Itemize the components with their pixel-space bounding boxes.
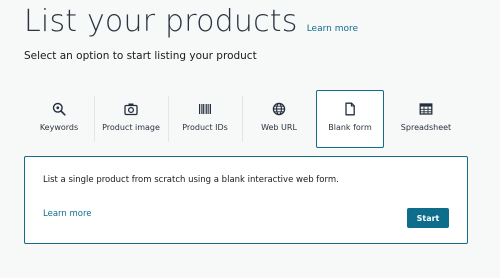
- barcode-icon: [199, 104, 211, 114]
- option-label: Keywords: [39, 123, 79, 132]
- globe-icon: [272, 102, 286, 116]
- option-product-ids[interactable]: Product IDs: [168, 90, 242, 148]
- document-icon: [345, 102, 355, 116]
- option-product-image[interactable]: Product image: [94, 90, 168, 148]
- option-label: Product IDs: [182, 123, 228, 132]
- option-label: Web URL: [261, 123, 297, 132]
- page-subtitle: Select an option to start listing your p…: [24, 50, 257, 62]
- option-label: Product image: [102, 123, 160, 132]
- option-label: Blank form: [328, 123, 372, 132]
- page-header: List your products Learn more: [24, 4, 358, 39]
- listing-options: Keywords Product image Product IDs Web U…: [24, 90, 468, 148]
- learn-more-link[interactable]: Learn more: [43, 209, 91, 219]
- camera-icon: [124, 103, 138, 116]
- learn-more-link[interactable]: Learn more: [307, 24, 358, 34]
- page-title: List your products: [24, 4, 298, 39]
- start-button[interactable]: Start: [407, 208, 449, 228]
- option-detail-panel: List a single product from scratch using…: [24, 156, 468, 244]
- search-icon: [52, 102, 66, 116]
- option-blank-form[interactable]: Blank form: [316, 90, 384, 148]
- spreadsheet-icon: [419, 103, 433, 115]
- option-description: List a single product from scratch using…: [43, 175, 339, 185]
- option-keywords[interactable]: Keywords: [24, 90, 94, 148]
- option-spreadsheet[interactable]: Spreadsheet: [384, 90, 468, 148]
- option-web-url[interactable]: Web URL: [242, 90, 316, 148]
- option-label: Spreadsheet: [400, 123, 452, 132]
